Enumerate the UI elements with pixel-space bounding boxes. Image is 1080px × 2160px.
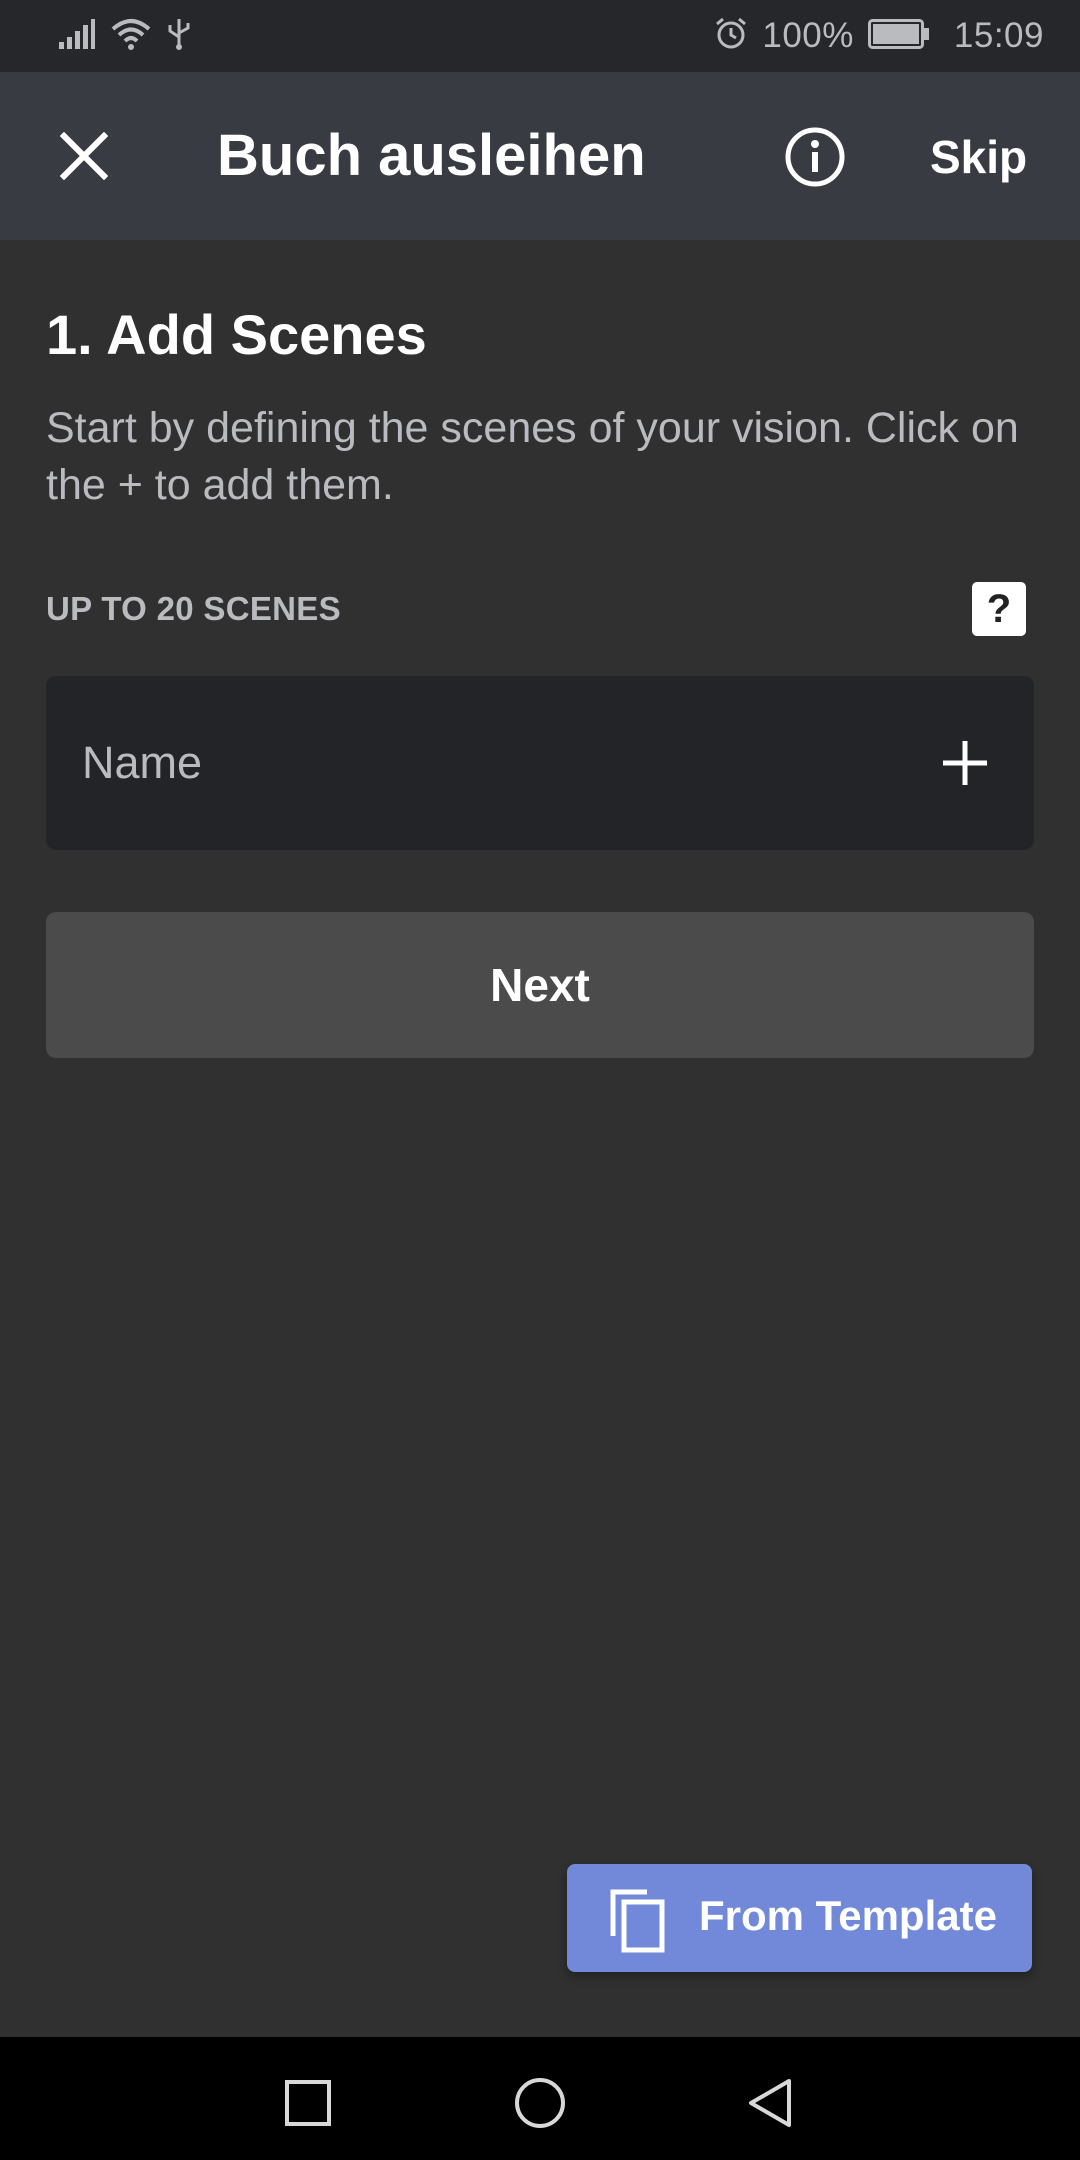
system-nav-bar	[0, 2037, 1080, 2160]
recents-button[interactable]	[278, 2073, 338, 2133]
plus-icon	[943, 741, 987, 785]
back-icon	[749, 2079, 791, 2127]
status-left-group	[58, 17, 192, 56]
home-icon	[515, 2078, 565, 2128]
next-button[interactable]: Next	[46, 912, 1034, 1058]
add-scene-button[interactable]	[936, 734, 994, 792]
main-content: 1. Add Scenes Start by defining the scen…	[0, 240, 1080, 2037]
section-title: 1. Add Scenes	[46, 303, 427, 366]
alarm-icon	[714, 17, 748, 56]
from-template-label: From Template	[699, 1892, 997, 1939]
battery-percent: 100%	[762, 16, 854, 55]
scenes-limit-label: UP TO 20 SCENES	[46, 590, 341, 627]
app-bar: Buch ausleihen Skip	[0, 72, 1080, 240]
clock-time: 15:09	[953, 16, 1044, 55]
wifi-icon	[110, 17, 152, 56]
scene-name-input[interactable]	[82, 726, 902, 800]
close-button[interactable]	[52, 124, 116, 188]
usb-icon	[166, 17, 192, 56]
home-button[interactable]	[510, 2073, 570, 2133]
help-icon[interactable]: ?	[972, 582, 1026, 636]
status-right-group: 100% 15:09	[714, 16, 1044, 56]
copy-icon	[610, 1889, 665, 1953]
skip-button[interactable]: Skip	[930, 130, 1027, 184]
info-icon	[785, 127, 845, 187]
signal-icon	[58, 18, 96, 55]
close-icon	[60, 132, 108, 180]
back-button[interactable]	[740, 2073, 800, 2133]
from-template-button[interactable]: From Template	[567, 1864, 1032, 1972]
section-description: Start by defining the scenes of your vis…	[46, 404, 1019, 509]
battery-icon	[867, 18, 930, 54]
page-title: Buch ausleihen	[217, 123, 646, 188]
status-bar: 100% 15:09	[0, 0, 1080, 72]
recents-icon	[285, 2080, 331, 2126]
info-button[interactable]	[784, 126, 846, 188]
scene-name-field	[46, 676, 1034, 850]
